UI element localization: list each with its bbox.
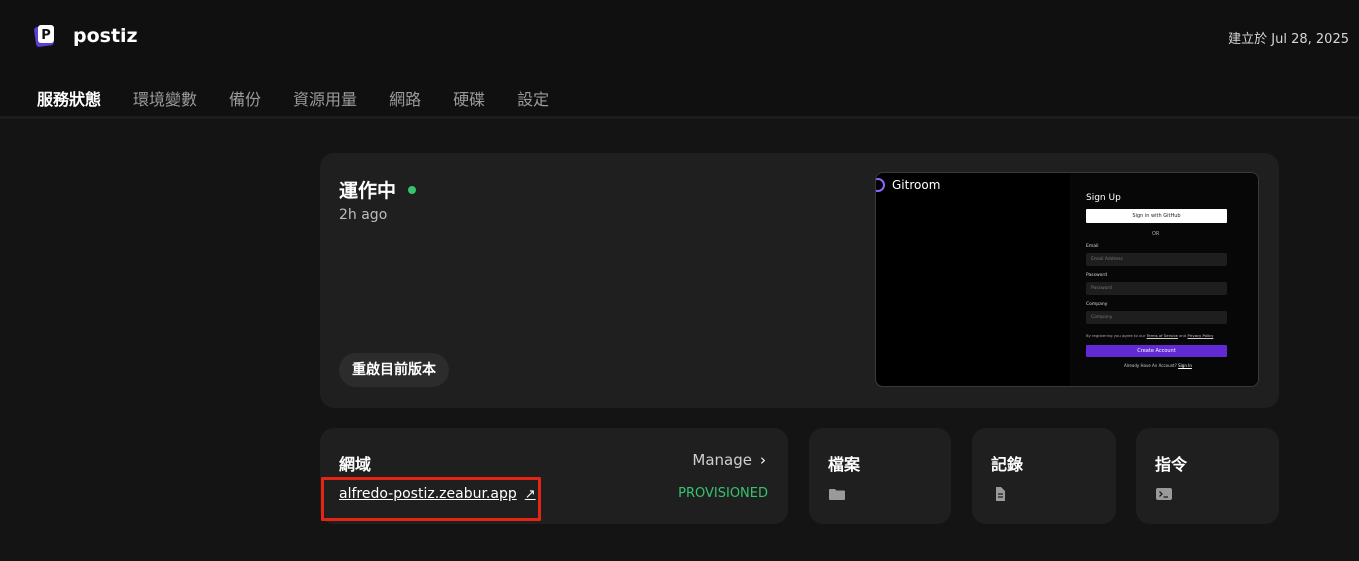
command-title: 指令 <box>1155 455 1188 474</box>
svg-text:P: P <box>41 28 51 43</box>
running-status: 運作中 <box>339 176 417 203</box>
created-date: 建立於 Jul 28, 2025 <box>1228 32 1349 47</box>
preview-login-text: Already Have An Account? Sign In <box>1124 363 1192 368</box>
tab-backups[interactable]: 備份 <box>229 86 261 110</box>
domain-card: 網域 Manage › alfredo-postiz.zeabur.app ↗ … <box>320 428 788 524</box>
online-status-dot <box>408 185 417 194</box>
restart-current-version-button[interactable]: 重啟目前版本 <box>339 353 449 387</box>
domain-title: 網域 <box>339 455 372 474</box>
preview-create-account-button: Create Account <box>1086 345 1227 357</box>
status-title: 運作中 <box>339 180 397 202</box>
tab-disk[interactable]: 硬碟 <box>453 86 485 110</box>
status-time: 2h ago <box>339 207 388 223</box>
preview-company-label: Company <box>1086 302 1108 307</box>
preview-github-button: Sign in with GitHub <box>1086 209 1227 223</box>
tab-environment-variables[interactable]: 環境變數 <box>133 86 197 110</box>
chevron-right-icon: › <box>760 451 766 469</box>
preview-company-field: Company <box>1086 311 1227 324</box>
service-preview[interactable]: Gitroom Sign Up Sign in with GitHub OR E… <box>875 172 1259 387</box>
domain-url: alfredo-postiz.zeabur.app <box>339 486 517 502</box>
files-card[interactable]: 檔案 <box>809 428 951 524</box>
manage-domain-button[interactable]: Manage › <box>692 451 766 469</box>
tab-settings[interactable]: 設定 <box>517 86 549 110</box>
preview-signup-title: Sign Up <box>1086 193 1121 203</box>
app-name: postiz <box>73 25 138 47</box>
preview-brand: Gitroom <box>876 178 940 192</box>
tab-network[interactable]: 網路 <box>389 86 421 110</box>
preview-email-label: Email <box>1086 244 1099 249</box>
external-link-icon: ↗ <box>524 486 536 502</box>
tab-resource-usage[interactable]: 資源用量 <box>293 86 357 110</box>
preview-password-field: Password <box>1086 282 1227 295</box>
preview-or-separator: OR <box>1152 231 1160 237</box>
preview-email-field: Email Address <box>1086 253 1227 266</box>
document-icon <box>996 487 1005 501</box>
service-status-card: 運作中 2h ago 重啟目前版本 Gitroom Sign Up Sign i… <box>320 153 1279 408</box>
folder-icon <box>829 489 845 500</box>
header-divider <box>0 116 1359 119</box>
preview-signup-form: Sign Up Sign in with GitHub OR Email Ema… <box>1070 173 1258 386</box>
logs-card[interactable]: 記錄 <box>972 428 1116 524</box>
files-title: 檔案 <box>828 455 861 474</box>
domain-link[interactable]: alfredo-postiz.zeabur.app ↗ <box>339 486 536 502</box>
preview-password-label: Password <box>1086 273 1108 278</box>
manage-label: Manage <box>692 451 752 469</box>
preview-brand-name: Gitroom <box>892 178 941 192</box>
logs-title: 記錄 <box>991 455 1024 474</box>
domain-status-badge: PROVISIONED <box>678 486 768 501</box>
preview-terms-text: By registering you agree to our Terms of… <box>1086 333 1214 338</box>
gitroom-logo-icon <box>876 178 885 192</box>
top-header: P postiz 建立於 Jul 28, 2025 服務狀態 環境變數 備份 資… <box>0 0 1359 118</box>
command-card[interactable]: 指令 <box>1136 428 1279 524</box>
tab-service-status[interactable]: 服務狀態 <box>37 86 101 110</box>
postiz-logo-icon[interactable]: P <box>33 24 57 48</box>
service-tabs: 服務狀態 環境變數 備份 資源用量 網路 硬碟 設定 <box>37 86 581 110</box>
terminal-icon <box>1156 488 1172 500</box>
